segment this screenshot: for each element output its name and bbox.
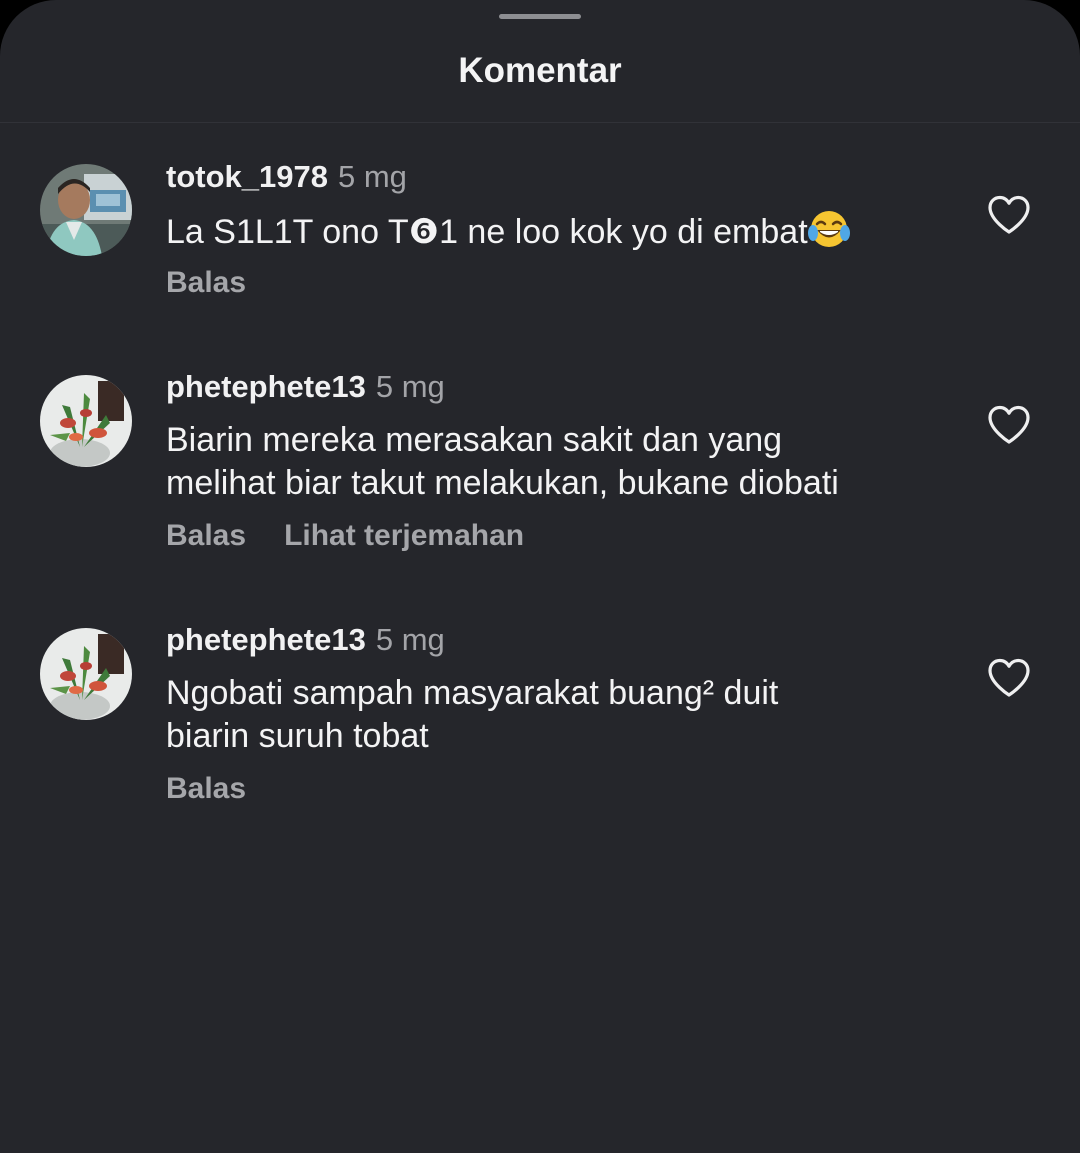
timestamp: 5 mg xyxy=(375,622,445,657)
comment-text-line: melihat biar takut melakukan, bukane dio… xyxy=(166,464,839,502)
reply-button[interactable]: Balas xyxy=(166,266,246,299)
comment-meta: totok_1978 5 mg xyxy=(166,157,407,197)
comment-meta: phetephete13 5 mg xyxy=(166,367,445,407)
comment-actions: Balas Lihat terjemahan xyxy=(166,516,524,556)
like-button[interactable] xyxy=(986,404,1032,446)
sheet-title: Komentar xyxy=(458,51,622,90)
username[interactable]: phetephete13 xyxy=(166,622,366,657)
drag-handle[interactable] xyxy=(499,14,581,19)
laughing-emoji-icon xyxy=(807,211,850,247)
username[interactable]: phetephete13 xyxy=(166,369,366,404)
comment-text-line: biarin suruh tobat xyxy=(166,717,429,755)
avatar[interactable] xyxy=(40,628,132,720)
comment-actions: Balas xyxy=(166,769,246,809)
comment-text: La S1L1T ono T❻1 ne loo kok yo di embat xyxy=(166,209,956,254)
comment-text-content: La S1L1T ono T❻1 ne loo kok yo di embat xyxy=(166,213,808,251)
timestamp: 5 mg xyxy=(337,159,407,194)
see-translation-button[interactable]: Lihat terjemahan xyxy=(284,519,524,552)
reply-button[interactable]: Balas xyxy=(166,772,246,805)
comment-text: Biarin mereka merasakan sakit dan yang m… xyxy=(166,419,956,505)
avatar[interactable] xyxy=(40,375,132,467)
comment-text-line: Biarin mereka merasakan sakit dan yang xyxy=(166,421,783,459)
reply-button[interactable]: Balas xyxy=(166,519,246,552)
avatar[interactable] xyxy=(40,164,132,256)
heart-outline-icon xyxy=(988,195,1030,234)
comment-text: Ngobati sampah masyarakat buang² duit bi… xyxy=(166,672,956,758)
comments-sheet: Komentar totok_1978 5 mg La S1L1T ono T❻1… xyxy=(0,0,1080,1153)
header-divider xyxy=(0,122,1080,123)
like-button[interactable] xyxy=(986,657,1032,699)
comment-text-line: Ngobati sampah masyarakat buang² duit xyxy=(166,674,779,712)
timestamp: 5 mg xyxy=(375,369,445,404)
comment-actions: Balas xyxy=(166,263,246,303)
like-button[interactable] xyxy=(986,194,1032,236)
heart-outline-icon xyxy=(988,658,1030,697)
comment-meta: phetephete13 5 mg xyxy=(166,620,445,660)
username[interactable]: totok_1978 xyxy=(166,159,328,194)
heart-outline-icon xyxy=(988,405,1030,444)
